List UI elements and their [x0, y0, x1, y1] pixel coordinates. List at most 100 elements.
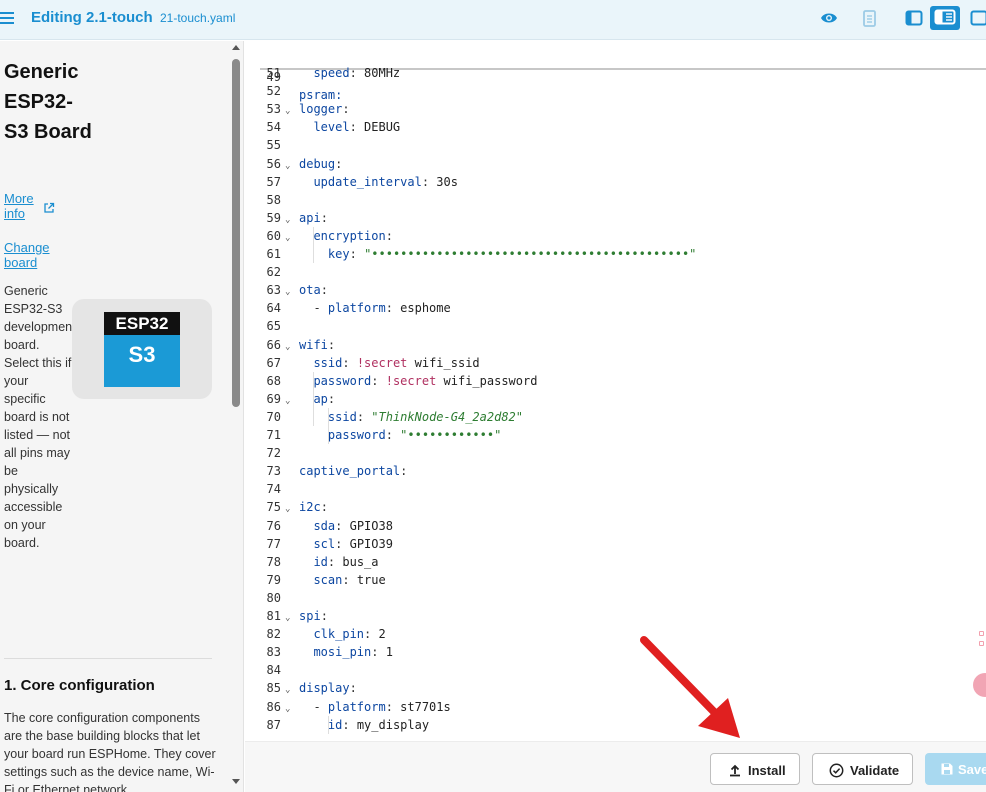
code-line[interactable]: 75 ⌄ i2c: [245, 498, 986, 516]
code-text: key: "••••••••••••••••••••••••••••••••••… [327, 247, 697, 261]
code-line[interactable]: 52 [245, 82, 986, 100]
code-line[interactable]: 60 ⌄ encryption: [245, 227, 986, 245]
yaml-editor[interactable]: 49 psram: 51 speed: 80MHz 52 53 ⌄ logger: 54 … [245, 41, 986, 741]
code-line[interactable]: 58 [245, 191, 986, 209]
code-line[interactable]: 76 sda: GPIO38 [245, 517, 986, 535]
code-line[interactable]: 67 ssid: !secret wifi_ssid [245, 354, 986, 372]
install-button-label: Install [748, 763, 786, 778]
line-number: 68 [266, 373, 281, 388]
eye-icon[interactable] [816, 7, 842, 29]
code-text: mosi_pin: 1 [313, 645, 393, 660]
save-icon [941, 763, 953, 775]
code-line[interactable]: 77 scl: GPIO39 [245, 535, 986, 553]
chip-label-top: ESP32 [104, 312, 180, 335]
code-line[interactable]: 59 ⌄ api: [245, 209, 986, 227]
document-icon[interactable] [858, 7, 884, 29]
menu-icon[interactable] [0, 10, 16, 26]
code-line[interactable]: 85 ⌄ display: [245, 679, 986, 697]
code-line[interactable]: 53 ⌄ logger: [245, 100, 986, 118]
indent-guide [313, 226, 315, 264]
code-line[interactable]: 74 [245, 480, 986, 498]
code-line[interactable]: 51 speed: 80MHz [245, 64, 986, 82]
code-text: id: my_display [327, 717, 430, 732]
save-button-label: Save [958, 762, 986, 777]
indent-guide [327, 715, 329, 734]
code-line[interactable]: 65 [245, 317, 986, 335]
code-text: wifi: [299, 337, 336, 352]
docs-scrollbar[interactable] [230, 41, 242, 792]
code-text: speed: 80MHz [313, 66, 401, 80]
line-number: 73 [266, 464, 281, 479]
board-description: Generic ESP32-S3 development board. Sele… [4, 284, 76, 550]
top-bar: Editing 2.1-touch 21-touch.yaml [0, 0, 986, 40]
code-line[interactable]: 80 [245, 589, 986, 607]
code-text: password: !secret wifi_password [313, 373, 538, 388]
code-line[interactable]: 82 clk_pin: 2 [245, 625, 986, 643]
chip-label-bottom: S3 [128, 342, 156, 367]
code-line[interactable]: 79 scan: true [245, 571, 986, 589]
code-text: i2c: [299, 500, 328, 515]
panel-left-icon[interactable] [901, 7, 927, 29]
code-text: password: "••••••••••••" [327, 428, 502, 442]
line-number: 67 [266, 355, 281, 370]
section-title: 1. Core configuration [4, 677, 155, 694]
change-board-link[interactable]: Change board [4, 240, 52, 270]
board-image: ESP32 S3 [72, 299, 212, 399]
code-text: id: bus_a [313, 554, 379, 569]
esp32-chip-logo: ESP32 S3 [104, 312, 180, 387]
scrollbar-thumb[interactable] [232, 59, 240, 407]
code-line[interactable]: 54 level: DEBUG [245, 118, 986, 136]
line-number: 63 [266, 283, 281, 298]
code-line[interactable]: 86 ⌄ - platform: st7701s [245, 698, 986, 716]
line-number: 75 [266, 500, 281, 515]
line-number: 81 [266, 609, 281, 623]
scroll-down-arrow-icon[interactable] [232, 779, 240, 784]
code-line[interactable]: 81 ⌄ spi: [245, 607, 986, 625]
floating-grid-icon[interactable] [975, 631, 986, 649]
code-line[interactable]: 63 ⌄ ota: [245, 281, 986, 299]
section-body: The core configuration components are th… [4, 711, 216, 792]
code-line[interactable]: 72 [245, 444, 986, 462]
check-circle-icon [829, 763, 844, 778]
line-number: 79 [266, 572, 281, 587]
line-number: 51 [266, 66, 281, 80]
line-number: 56 [266, 156, 281, 171]
line-number: 61 [266, 247, 281, 261]
code-line[interactable]: 64 - platform: esphome [245, 299, 986, 317]
panel-split-icon[interactable] [930, 6, 960, 30]
code-text: scan: true [313, 572, 386, 587]
more-info-link[interactable]: More info [4, 191, 40, 221]
validate-button-label: Validate [850, 763, 900, 778]
code-line[interactable]: 55 [245, 136, 986, 154]
code-line[interactable]: 87 id: my_display [245, 716, 986, 734]
save-button[interactable]: Save [925, 753, 986, 785]
code-text: api: [299, 210, 328, 225]
code-line[interactable]: 62 [245, 263, 986, 281]
line-number: 87 [266, 717, 281, 732]
code-text: ssid: !secret wifi_ssid [313, 355, 480, 370]
scroll-up-arrow-icon[interactable] [232, 45, 240, 50]
line-number: 80 [266, 590, 281, 605]
code-text: display: [299, 681, 357, 696]
code-text: - platform: st7701s [313, 699, 451, 714]
external-link-icon[interactable] [43, 202, 55, 214]
code-line[interactable]: 83 mosi_pin: 1 [245, 643, 986, 661]
code-line[interactable]: 78 id: bus_a [245, 553, 986, 571]
line-number: 78 [266, 554, 281, 569]
code-line[interactable]: 56 ⌄ debug: [245, 155, 986, 173]
code-line[interactable]: 71 password: "••••••••••••" [245, 426, 986, 444]
install-button[interactable]: Install [710, 753, 800, 785]
upload-icon [730, 764, 740, 777]
code-line[interactable]: 73 captive_portal: [245, 462, 986, 480]
code-line[interactable]: 84 [245, 661, 986, 679]
validate-button[interactable]: Validate [812, 753, 913, 785]
code-line[interactable]: 68 password: !secret wifi_password [245, 372, 986, 390]
panel-right-icon[interactable] [966, 7, 986, 29]
code-line[interactable]: 61 key: "•••••••••••••••••••••••••••••••… [245, 245, 986, 263]
code-line[interactable]: 57 update_interval: 30s [245, 173, 986, 191]
code-line[interactable]: 66 ⌄ wifi: [245, 336, 986, 354]
code-text: ap: [313, 391, 336, 406]
code-line[interactable]: 69 ⌄ ap: [245, 390, 986, 408]
code-line[interactable]: 70 ssid: "ThinkNode-G4_2a2d82" [245, 408, 986, 426]
line-number: 60 [266, 228, 281, 243]
